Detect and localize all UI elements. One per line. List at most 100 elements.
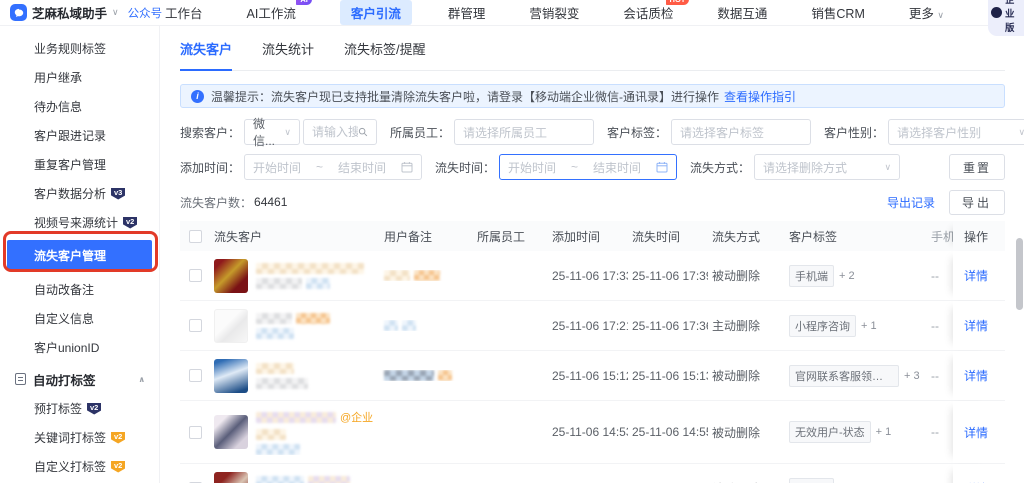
account-type-link[interactable]: 公众号 <box>128 5 163 21</box>
sidebar-item-pre-tagging[interactable]: 预打标签 v2 <box>0 394 159 423</box>
export-record-link[interactable]: 导出记录 <box>887 194 935 211</box>
col-phone: 手机号 <box>931 229 953 244</box>
table-row: 25-11-06 15:12 25-11-06 15:13 被动删除 官网联系客… <box>180 351 1005 401</box>
customer-avatar <box>214 358 248 393</box>
sidebar-item-followup-records[interactable]: 客户跟进记录 <box>0 121 159 150</box>
chevron-down-icon[interactable]: ∨ <box>112 7 119 18</box>
sidebar-item-auto-remark[interactable]: 自动改备注 <box>0 275 159 304</box>
sidebar: 业务规则标签 用户继承 待办信息 客户跟进记录 重复客户管理 客户数据分析 v3 … <box>0 26 160 483</box>
redacted-name <box>308 475 350 483</box>
search-type-select[interactable]: 微信... ∨ <box>244 117 301 148</box>
nav-ai-workflow[interactable]: AI工作流AI <box>247 0 312 22</box>
redacted-text <box>256 377 308 389</box>
topbar: 芝麻私域助手 ∨ 公众号 工作台 AI工作流AI 客户引流 群管理 营销裂变 会… <box>0 0 1024 36</box>
nav-marketing-fission[interactable]: 营销裂变 <box>529 3 579 22</box>
gender-select[interactable]: 请选择客户性别 ∨ <box>888 119 1024 145</box>
redacted-name <box>256 262 364 274</box>
redacted-text <box>306 277 330 289</box>
table-row: 25-11-06 17:33 25-11-06 17:39 被动删除 手机端 + … <box>180 251 1005 301</box>
search-icon <box>359 127 368 137</box>
add-time: 25-11-06 17:21 <box>552 318 628 333</box>
sidebar-item-churned-customer-management[interactable]: 流失客户管理 <box>7 240 152 270</box>
version-shield-icon: v2 <box>123 216 138 229</box>
app-title: 芝麻私域助手 <box>32 7 108 21</box>
row-checkbox[interactable] <box>188 369 202 382</box>
notice-guide-link[interactable]: 查看操作指引 <box>724 88 796 105</box>
churn-time: 25-11-06 17:39 <box>632 268 708 283</box>
corp-badge: @企业 <box>340 412 374 424</box>
detail-link[interactable]: 详情 <box>964 367 988 384</box>
customer-avatar <box>214 308 248 343</box>
staff-select[interactable]: 请选择所属员工 <box>454 119 595 145</box>
reset-button[interactable]: 重置 <box>948 154 1005 180</box>
table-row: @企业 25-11-06 14:53 25-11-06 14:55 被动删除 无… <box>180 401 1005 464</box>
nav-sales-crm[interactable]: 销售CRM <box>811 3 864 22</box>
phone: -- <box>931 368 939 383</box>
sidebar-item-duplicate-customers[interactable]: 重复客户管理 <box>0 150 159 179</box>
nav-customer-acquisition[interactable]: 客户引流 <box>339 0 412 25</box>
tab-churn-tags-reminder[interactable]: 流失标签/提醒 <box>344 39 426 70</box>
detail-link[interactable]: 详情 <box>964 267 988 284</box>
churn-way-select[interactable]: 请选择删除方式 ∨ <box>754 154 901 180</box>
nav-group-management[interactable]: 群管理 <box>448 3 486 22</box>
sidebar-item-user-inherit[interactable]: 用户继承 <box>0 63 159 92</box>
sidebar-item-custom-tagging[interactable]: 自定义打标签 v2 <box>0 452 159 481</box>
redacted-text <box>256 277 302 289</box>
gender-label: 客户性别： <box>824 125 885 140</box>
redacted-text <box>256 327 294 339</box>
sidebar-item-keyword-tagging[interactable]: 关键词打标签 v2 <box>0 423 159 452</box>
version-shield-icon: v2 <box>111 460 126 473</box>
search-customer-label: 搜索客户： <box>180 125 241 140</box>
customer-tag-select[interactable]: 请选择客户标签 <box>671 119 812 145</box>
version-shield-icon: v2 <box>87 402 102 415</box>
col-churn-time: 流失时间 <box>632 229 681 244</box>
sidebar-item-business-rule-tags[interactable]: 业务规则标签 <box>0 34 159 63</box>
customer-tag: 官网联系客服领四重好礼 <box>789 364 899 387</box>
tab-churned-customers[interactable]: 流失客户 <box>180 39 233 71</box>
nav-data-interop[interactable]: 数据互通 <box>717 3 767 22</box>
redacted-text <box>256 444 300 455</box>
tab-churn-statistics[interactable]: 流失统计 <box>262 39 314 70</box>
add-time-range-picker[interactable]: 开始时间 ~ 结束时间 <box>244 154 423 180</box>
chevron-down-icon: ∨ <box>284 126 292 137</box>
select-all-checkbox[interactable] <box>188 229 202 243</box>
version-shield-icon: v2 <box>111 431 126 444</box>
search-input[interactable] <box>312 125 359 139</box>
customer-tag: 小程序咨询 <box>789 314 856 337</box>
churn-time-range-picker[interactable]: 开始时间 ~ 结束时间 <box>499 154 678 180</box>
churn-way: 被动删除 <box>712 369 761 383</box>
detail-link[interactable]: 详情 <box>964 424 988 441</box>
add-time: 25-11-06 15:12 <box>552 368 628 383</box>
sidebar-item-video-source-stats[interactable]: 视频号来源统计 v2 <box>0 208 159 237</box>
row-checkbox[interactable] <box>188 319 202 332</box>
nav-workbench[interactable]: 工作台 <box>165 3 203 22</box>
sidebar-section-auto-tagging[interactable]: 自动打标签 ∧ <box>0 364 159 394</box>
customer-tag: 手机端 <box>789 477 834 483</box>
redacted-name <box>296 312 330 324</box>
search-input-box[interactable] <box>303 119 378 145</box>
sidebar-item-custom-info[interactable]: 自定义信息 <box>0 304 159 333</box>
chevron-up-icon[interactable]: ∧ <box>139 375 146 384</box>
redacted-remark <box>414 270 440 281</box>
churn-time: 25-11-06 14:55 <box>632 425 708 439</box>
scrollbar-thumb[interactable] <box>1016 238 1023 310</box>
sidebar-item-unionid[interactable]: 客户unionID <box>0 333 159 362</box>
detail-link[interactable]: 详情 <box>964 317 988 334</box>
main-nav: 工作台 AI工作流AI 客户引流 群管理 营销裂变 会话质检HOT 数据互通 销… <box>165 0 988 25</box>
churned-customers-table: 流失客户 用户备注 所属员工 添加时间 流失时间 流失方式 客户标签 手机号 操… <box>180 221 1005 483</box>
sidebar-item-customer-analytics[interactable]: 客户数据分析 v3 <box>0 179 159 208</box>
nav-chat-inspection[interactable]: 会话质检HOT <box>623 0 690 22</box>
export-button[interactable]: 导出 <box>948 189 1005 215</box>
sidebar-item-todo-info[interactable]: 待办信息 <box>0 92 159 121</box>
col-customer-tags: 客户标签 <box>789 229 838 244</box>
brand[interactable]: 芝麻私域助手 ∨ 公众号 <box>0 3 165 22</box>
row-checkbox[interactable] <box>188 425 202 439</box>
nav-more[interactable]: 更多 ∨ <box>909 3 944 22</box>
app-window: 芝麻私域助手 ∨ 公众号 工作台 AI工作流AI 客户引流 群管理 营销裂变 会… <box>0 0 1024 483</box>
churn-way: 被动删除 <box>712 425 761 440</box>
vertical-scrollbar[interactable] <box>1016 26 1023 483</box>
col-add-time: 添加时间 <box>552 229 601 244</box>
tag-more-count: + 2 <box>839 269 855 282</box>
churn-time-label: 流失时间： <box>435 160 496 175</box>
row-checkbox[interactable] <box>188 269 202 282</box>
